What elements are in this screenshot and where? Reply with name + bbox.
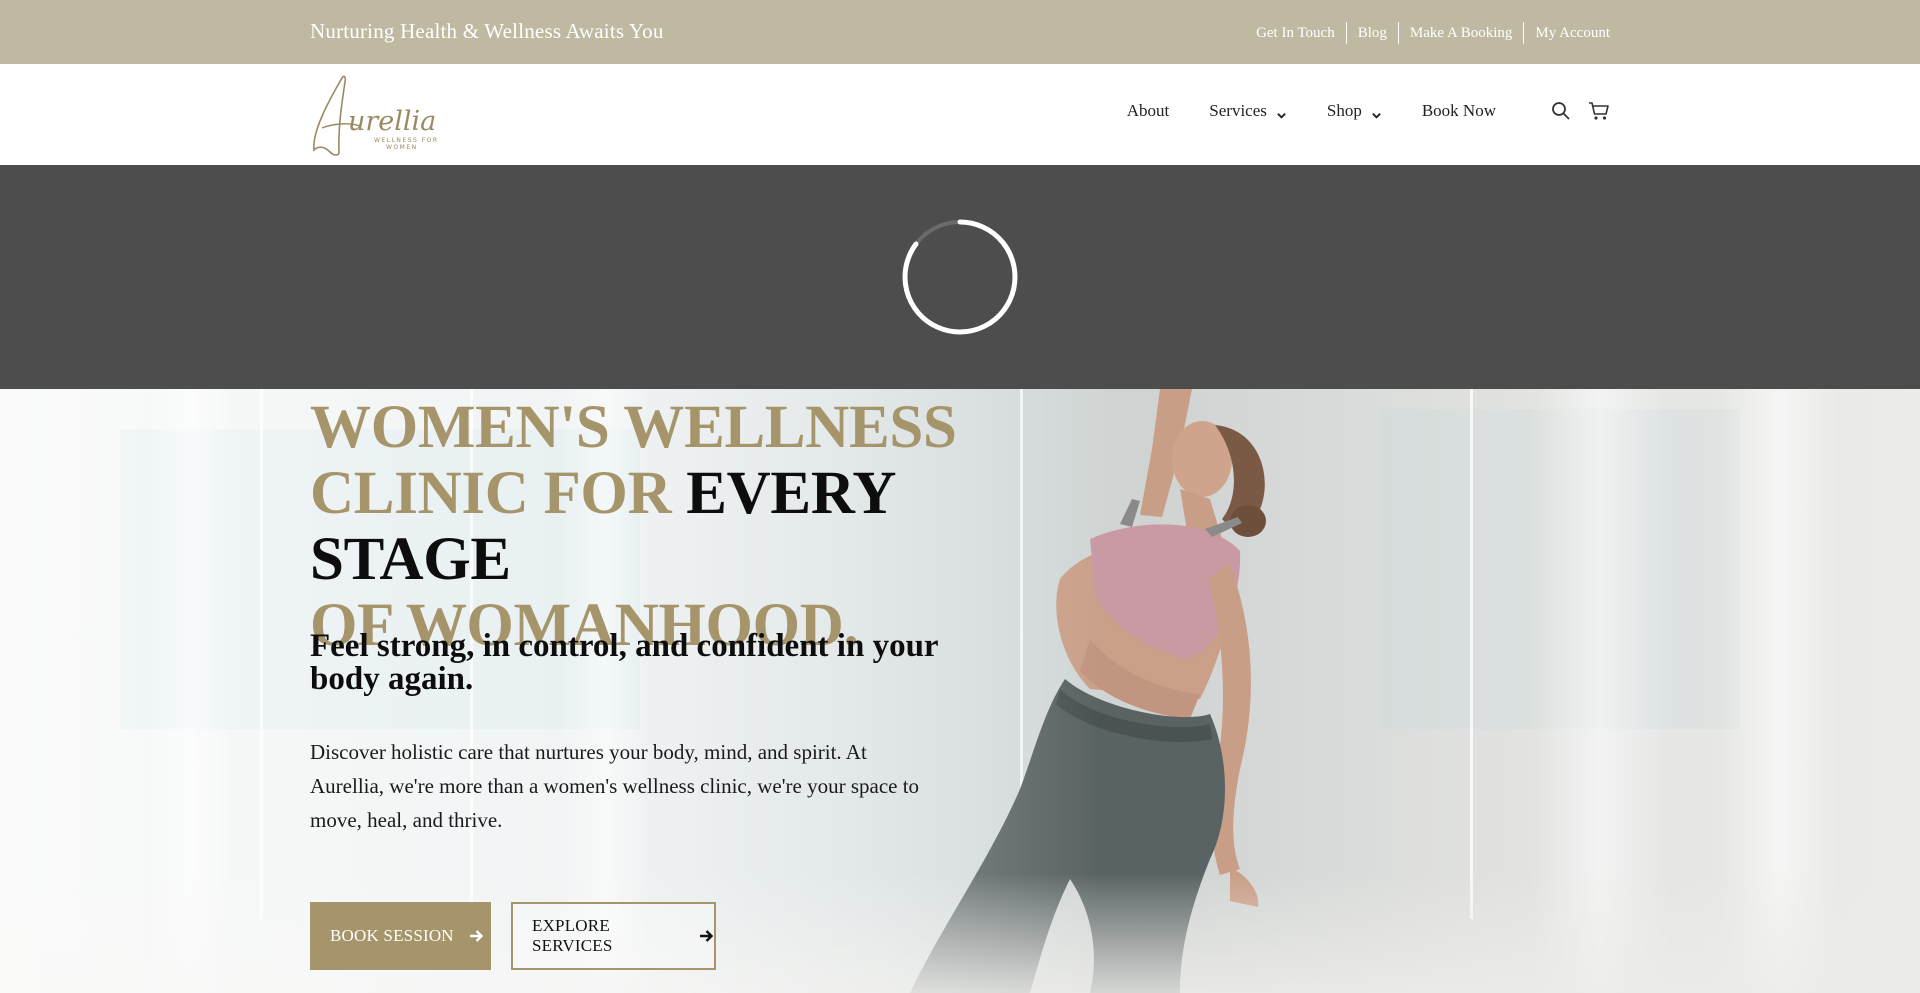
hero-headline: WOMEN'S WELLNESS CLINIC FOR EVERY STAGE … [310,395,1010,659]
explore-services-label: EXPLORE SERVICES [532,916,613,955]
get-in-touch-link[interactable]: Get In Touch [1245,22,1346,44]
chevron-down-icon [1371,106,1382,119]
book-session-button[interactable]: BOOK SESSION [310,902,491,970]
top-bar: Nurturing Health & Wellness Awaits You G… [0,0,1920,64]
hero-subheading: Feel strong, in control, and confident i… [310,628,938,697]
my-account-link[interactable]: My Account [1524,22,1610,44]
window-frame [1470,389,1473,919]
nav-book-now[interactable]: Book Now [1422,101,1496,121]
make-a-booking-link[interactable]: Make A Booking [1399,22,1524,44]
site-header: urellia WELLNESS FOR WOMEN About Service… [0,64,1920,165]
nav-book-now-label: Book Now [1421,101,1496,120]
search-icon[interactable] [1550,100,1572,122]
topbar-links: Get In Touch Blog Make A Booking My Acco… [1245,22,1610,44]
chevron-down-icon [1276,106,1287,119]
header-icons [1534,100,1610,122]
nav-shop[interactable]: Shop [1327,101,1382,121]
arrow-right-icon [468,928,484,944]
hero-paragraph: Discover holistic care that nurtures you… [310,740,920,832]
main-nav: About Services Shop Book Now [1087,100,1610,122]
headline-part: CLINIC FOR [310,460,687,527]
aurellia-logo[interactable]: urellia WELLNESS FOR WOMEN [308,72,448,158]
nav-services[interactable]: Services [1209,101,1287,121]
topbar-divider [1345,22,1347,44]
nav-shop-label: Shop [1326,101,1362,120]
topbar-divider [1397,22,1399,44]
svg-text:urellia: urellia [348,106,436,137]
blog-link[interactable]: Blog [1347,22,1398,44]
cart-icon[interactable] [1588,100,1610,122]
nav-about[interactable]: About [1127,101,1170,121]
nav-services-label: Services [1209,101,1267,120]
explore-services-button[interactable]: EXPLORE SERVICES [511,902,716,970]
arrow-right-icon [698,928,714,944]
loading-spinner-icon [902,219,1018,335]
hero-section: WOMEN'S WELLNESS CLINIC FOR EVERY STAGE … [0,389,1920,993]
headline-part: WOMEN'S WELLNESS [310,394,957,461]
nav-about-label: About [1126,101,1170,120]
svg-text:WOMEN: WOMEN [386,144,418,151]
svg-text:WELLNESS FOR: WELLNESS FOR [374,137,439,144]
topbar-tagline: Nurturing Health & Wellness Awaits You [310,19,664,43]
book-session-label: BOOK SESSION [330,926,454,945]
video-loader-area [0,165,1920,389]
topbar-divider [1523,22,1525,44]
